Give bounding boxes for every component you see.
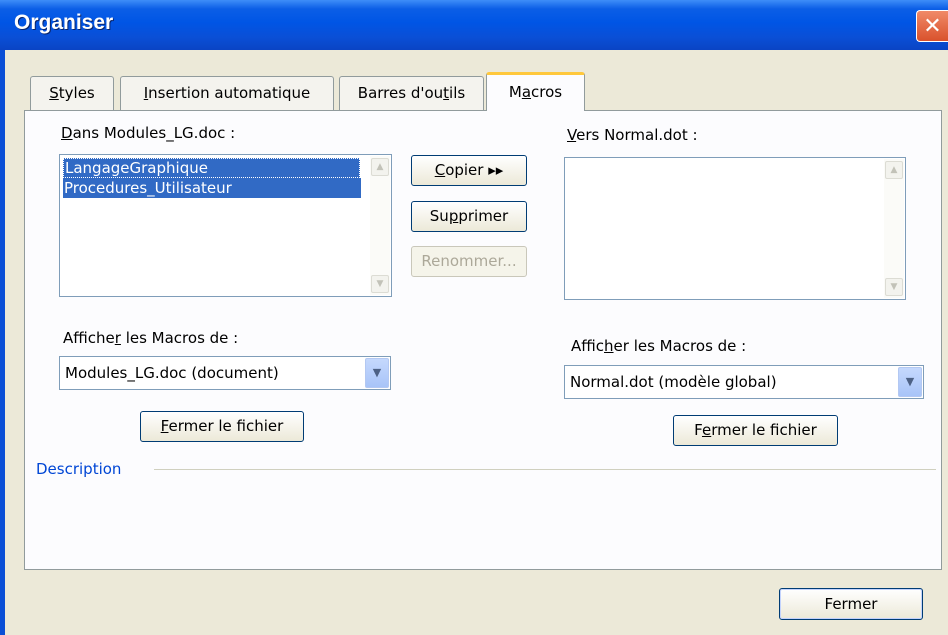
target-list-label: Vers Normal.dot : [567, 126, 698, 144]
tab-insertion-automatique[interactable]: Insertion automatique [120, 76, 334, 110]
copy-button[interactable]: Copier ▸▸ [411, 155, 527, 186]
source-list-label: Dans Modules_LG.doc : [61, 124, 235, 142]
target-list-scrollbar[interactable]: ▲ ▼ [884, 159, 904, 298]
close-target-file-label-start: F [694, 421, 702, 439]
tab-macros-label-end: cros [531, 83, 563, 101]
tab-insertion-label: nsertion automatique [148, 84, 311, 102]
copy-access-key: C [434, 161, 446, 179]
target-document-value: Normal.dot (modèle global) [570, 373, 777, 391]
close-target-file-button[interactable]: Fermer le fichier [673, 415, 838, 446]
close-source-file-label: ermer le fichier [168, 417, 284, 435]
close-target-file-label-end: rmer le fichier [711, 421, 817, 439]
target-document-select[interactable]: Normal.dot (modèle global) ▼ [564, 365, 924, 399]
source-document-value: Modules_LG.doc (document) [65, 364, 279, 382]
close-source-file-button[interactable]: Fermer le fichier [140, 411, 304, 442]
close-icon: ✕ [923, 14, 942, 39]
tab-styles-access-key: S [49, 84, 59, 102]
tab-styles[interactable]: Styles [30, 76, 114, 110]
target-show-label: Afficher les Macros de : [571, 337, 746, 355]
title-bar[interactable]: Organiser ✕ [0, 0, 948, 50]
source-list-label-text: ans Modules_LG.doc : [72, 124, 236, 142]
copy-label: opier ▸▸ [445, 161, 504, 179]
fermer-button[interactable]: Fermer [779, 588, 923, 620]
delete-label-end: primer [458, 207, 509, 225]
source-show-label-end: les Macros de : [120, 329, 239, 347]
description-label: Description [36, 460, 122, 478]
tab-barres-outils[interactable]: Barres d'outils [339, 76, 484, 110]
target-show-label-start: Affic [571, 337, 605, 355]
scroll-up-icon[interactable]: ▲ [371, 158, 389, 176]
list-item[interactable]: LangageGraphique [63, 158, 360, 178]
delete-button[interactable]: Supprimer [411, 201, 527, 232]
source-list-access-key: D [61, 124, 73, 142]
source-document-select[interactable]: Modules_LG.doc (document) ▼ [59, 356, 391, 390]
description-divider [154, 469, 936, 470]
scroll-down-icon[interactable]: ▼ [885, 278, 903, 296]
window-title: Organiser [14, 11, 114, 34]
target-list-access-key: V [567, 126, 577, 144]
delete-label-start: Su [429, 207, 449, 225]
organiser-dialog: Organiser ✕ Styles Insertion automatique… [0, 0, 948, 635]
close-button[interactable]: ✕ [916, 10, 948, 42]
tab-macros-label-start: M [508, 83, 522, 101]
scroll-down-icon[interactable]: ▼ [371, 275, 389, 293]
chevron-down-icon[interactable]: ▼ [365, 358, 389, 388]
source-macro-list[interactable]: LangageGraphique Procedures_Utilisateur … [59, 154, 392, 297]
target-show-label-end: er les Macros de : [613, 337, 747, 355]
window-frame [0, 50, 5, 635]
list-item[interactable]: Procedures_Utilisateur [63, 178, 361, 198]
target-macro-list[interactable]: ▲ ▼ [564, 157, 906, 300]
source-show-label: Afficher les Macros de : [63, 329, 238, 347]
delete-access-key: p [448, 207, 459, 225]
tab-barres-label-start: Barres d'ou [357, 84, 444, 102]
tab-styles-label: tyles [58, 84, 95, 102]
target-list-label-text: ers Normal.dot : [576, 126, 698, 144]
tab-macros[interactable]: Macros [486, 72, 585, 111]
scroll-up-icon[interactable]: ▲ [885, 161, 903, 179]
close-target-file-access-key: e [701, 421, 712, 439]
source-list-scrollbar[interactable]: ▲ ▼ [370, 156, 390, 295]
source-show-label-start: Affiche [63, 329, 115, 347]
rename-button[interactable]: Renommer... [411, 246, 527, 277]
tab-macros-access-key: a [521, 83, 532, 101]
target-show-access-key: h [604, 337, 614, 355]
chevron-down-icon[interactable]: ▼ [898, 367, 922, 397]
tab-barres-label-end: ils [449, 84, 466, 102]
